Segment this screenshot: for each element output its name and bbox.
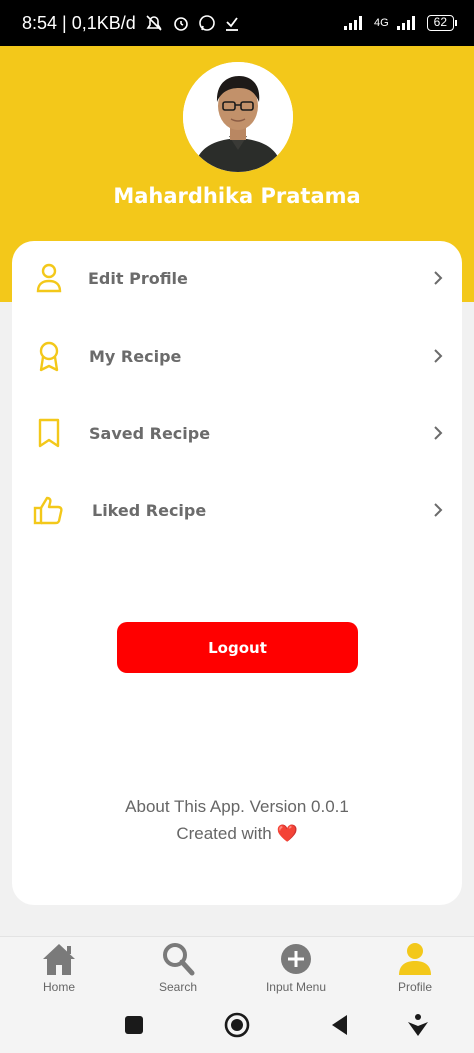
home-icon <box>43 944 75 975</box>
battery-indicator: 62 <box>426 15 458 31</box>
bottom-navigation: Home Search Input Menu Profile <box>0 936 474 1000</box>
avatar-photo-icon <box>183 62 293 172</box>
nav-label: Profile <box>397 980 432 994</box>
menu-item-label: My Recipe <box>89 346 182 366</box>
profile-name: Mahardhika Pratama <box>113 184 361 208</box>
user-icon <box>36 263 62 293</box>
back-icon[interactable] <box>327 1012 353 1038</box>
chevron-right-icon <box>434 349 443 363</box>
system-navigation-bar <box>0 1000 474 1053</box>
thumbs-up-icon <box>33 496 63 525</box>
avatar <box>183 62 293 172</box>
nav-label: Search <box>158 980 198 994</box>
search-icon <box>163 943 195 976</box>
menu-item-my-recipe[interactable]: My Recipe <box>12 326 462 386</box>
nav-item-search[interactable]: Search <box>133 941 223 999</box>
signal-icon-2 <box>396 16 415 30</box>
award-icon <box>39 341 59 372</box>
whatsapp-icon <box>198 15 215 31</box>
menu-item-label: Edit Profile <box>88 268 188 288</box>
status-time-speed: 8:54 | 0,1KB/d <box>22 12 136 33</box>
chevron-right-icon <box>434 271 443 285</box>
profile-menu-card: Edit Profile My Recipe Saved Recipe Like… <box>12 241 462 905</box>
nav-label: Home <box>42 980 75 994</box>
status-left: 8:54 | 0,1KB/d <box>22 13 240 34</box>
nav-item-home[interactable]: Home <box>14 941 104 999</box>
plus-circle-icon <box>281 944 311 974</box>
menu-item-saved-recipe[interactable]: Saved Recipe <box>12 403 462 463</box>
assistant-icon[interactable] <box>405 1012 431 1038</box>
status-bar: 8:54 | 0,1KB/d 4G 62 <box>0 0 474 46</box>
person-icon <box>399 943 431 975</box>
status-icons-left <box>144 14 240 32</box>
network-type: 4G <box>373 17 389 29</box>
menu-item-label: Liked Recipe <box>92 500 207 520</box>
about-section: About This App. Version 0.0.1 Created wi… <box>12 793 462 847</box>
menu-item-liked-recipe[interactable]: Liked Recipe <box>12 480 462 540</box>
about-version: About This App. Version 0.0.1 <box>125 797 349 816</box>
download-done-icon <box>225 17 238 31</box>
signal-icon <box>343 16 362 30</box>
recent-apps-icon[interactable] <box>121 1012 147 1038</box>
chevron-right-icon <box>434 426 443 440</box>
nav-label: Input Menu <box>265 980 327 994</box>
menu-item-edit-profile[interactable]: Edit Profile <box>12 248 462 308</box>
about-credit: Created with ❤️ <box>12 820 462 847</box>
logout-button[interactable]: Logout <box>117 622 358 673</box>
heart-icon: ❤️ <box>276 824 298 843</box>
nav-item-input-menu[interactable]: Input Menu <box>251 941 341 999</box>
home-button-icon[interactable] <box>224 1012 250 1038</box>
chevron-right-icon <box>434 503 443 517</box>
about-created-with: Created with <box>176 824 272 843</box>
status-right: 4G 62 <box>343 15 458 31</box>
alarm-icon <box>173 17 188 31</box>
nav-item-profile[interactable]: Profile <box>370 941 460 999</box>
muted-notification-icon <box>146 15 162 31</box>
bookmark-icon <box>38 418 60 448</box>
menu-item-label: Saved Recipe <box>89 423 211 443</box>
